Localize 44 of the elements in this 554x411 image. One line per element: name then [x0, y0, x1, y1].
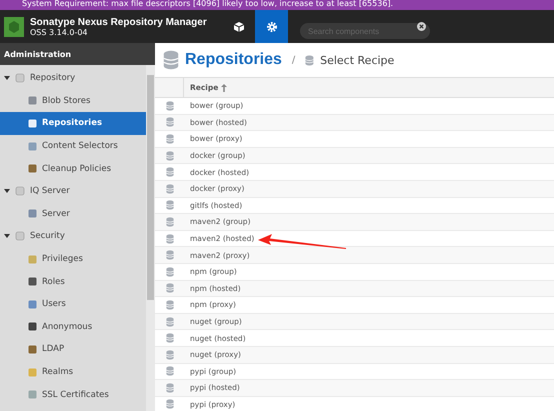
tree-item[interactable]: Privileges	[0, 248, 146, 270]
tree-item[interactable]: Cleanup Policies	[0, 157, 146, 180]
sort-up-icon	[221, 84, 228, 92]
item-icon	[28, 164, 37, 174]
tree-group[interactable]: Security	[0, 225, 146, 248]
tree-group[interactable]: IQ Server	[0, 180, 146, 203]
tree-item[interactable]: LDAP	[0, 338, 146, 361]
item-icon	[28, 209, 37, 218]
scrollbar[interactable]	[146, 65, 155, 411]
page-title: Repositories	[185, 51, 282, 69]
admin-mode-button[interactable]	[255, 10, 288, 43]
settings-icon	[266, 20, 278, 32]
app-version: OSS 3.14.0-04	[30, 28, 89, 36]
breadcrumb: Select Recipe	[320, 54, 394, 66]
caret-down-icon[interactable]	[4, 188, 10, 194]
tree-item[interactable]: Content Selectors	[0, 134, 146, 158]
cube-icon	[232, 20, 244, 32]
item-icon	[28, 300, 37, 309]
item-icon	[28, 142, 37, 151]
warning-text: System Requirement: max file descriptors [4096] likely too low, increase to at least [65536].	[22, 0, 394, 8]
tree-item[interactable]: Server	[0, 202, 146, 226]
tree-item[interactable]: Roles	[0, 270, 146, 293]
item-icon	[28, 368, 37, 377]
tree-item[interactable]: Anonymous	[0, 316, 146, 338]
item-icon	[28, 390, 37, 400]
caret-down-icon[interactable]	[4, 75, 10, 82]
caret-down-icon[interactable]	[4, 233, 10, 240]
item-icon	[28, 277, 37, 286]
item-icon	[28, 344, 37, 354]
breadcrumb-separator: /	[292, 54, 296, 66]
tree-group[interactable]: Repository	[0, 67, 146, 90]
clear-icon[interactable]	[417, 22, 426, 31]
logo-icon	[4, 16, 24, 36]
tree-item[interactable]: Realms	[0, 360, 146, 384]
tree-item[interactable]: SSL Certificates	[0, 383, 146, 406]
item-icon	[28, 118, 37, 128]
item-icon	[28, 254, 37, 264]
tree-item[interactable]: Blob Stores	[0, 90, 146, 112]
item-icon	[28, 96, 37, 106]
tree-item[interactable]: Repositories	[0, 112, 146, 135]
item-icon	[28, 322, 37, 332]
sidebar-title: Administration	[0, 43, 155, 65]
app-title: Sonatype Nexus Repository Manager	[30, 16, 207, 28]
tree-item[interactable]: Users	[0, 292, 146, 316]
